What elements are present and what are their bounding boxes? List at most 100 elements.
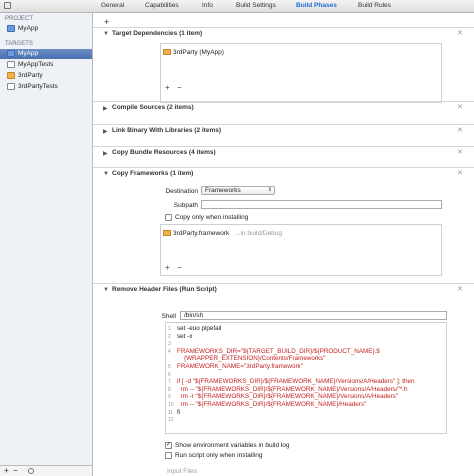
line-number: 5 <box>168 364 171 370</box>
disclosure-closed-icon[interactable]: ▶ <box>103 150 108 157</box>
show-env-vars-checkbox[interactable]: ✓ <box>165 442 172 449</box>
add-framework-button[interactable]: + <box>165 263 170 272</box>
script-line: rm -r "${FRAMEWORKS_DIR}/${FRAMEWORK_NAM… <box>177 393 399 401</box>
phase-copy-frameworks[interactable]: ▼ Copy Frameworks (1 item) ✕ <box>93 167 474 180</box>
destination-label: Destination <box>165 188 198 195</box>
disclosure-closed-icon[interactable]: ▶ <box>103 128 108 135</box>
subpath-label: Subpath <box>173 202 198 209</box>
disclosure-open-icon[interactable]: ▼ <box>103 287 109 293</box>
disclosure-closed-icon[interactable]: ▶ <box>103 105 108 112</box>
tab-build-rules[interactable]: Build Rules <box>358 2 391 9</box>
app-icon <box>7 50 15 57</box>
script-line: rm -- "${FRAMEWORKS_DIR}/${FRAMEWORK_NAM… <box>177 401 367 408</box>
add-build-phase-button[interactable]: + <box>104 17 109 27</box>
line-number: 2 <box>168 333 171 340</box>
run-only-when-installing-checkbox[interactable] <box>165 452 172 459</box>
phase-title: Target Dependencies (1 item) <box>112 30 203 37</box>
destination-value: Frameworks <box>205 187 241 194</box>
sidebar-item-target-myapp[interactable]: MyApp <box>0 49 92 59</box>
framework-icon <box>7 72 15 79</box>
copy-only-when-installing-checkbox[interactable] <box>165 214 172 221</box>
delete-phase-icon[interactable]: ✕ <box>457 103 463 111</box>
list-item[interactable]: 3rdParty.framework ...in build/Debug <box>163 230 282 237</box>
line-number: 6 <box>168 371 171 378</box>
delete-phase-icon[interactable]: ✕ <box>457 285 463 293</box>
line-number: 8 <box>168 386 171 393</box>
subpath-input[interactable] <box>201 200 442 209</box>
framework-icon <box>163 49 171 55</box>
add-dependency-button[interactable]: + <box>165 83 170 92</box>
show-env-vars-label: Show environment variables in build log <box>175 442 290 449</box>
script-line: FRAMEWORK_NAME="3rdParty.framework" <box>177 363 303 370</box>
test-bundle-icon <box>7 61 15 68</box>
remove-dependency-button[interactable]: − <box>177 83 182 92</box>
project-header: PROJECT <box>5 16 34 22</box>
phase-copy-bundle-resources[interactable]: ▶ Copy Bundle Resources (4 items) ✕ <box>93 146 474 159</box>
project-navigator: PROJECT MyApp TARGETS MyApp MyAppTests 3… <box>0 13 93 476</box>
sidebar-item-label: MyApp <box>18 25 39 32</box>
remove-target-button[interactable]: − <box>13 466 18 475</box>
sidebar-item-target-3rdpartytests[interactable]: 3rdPartyTests <box>0 82 92 92</box>
editor-tab-bar: General Capabilities Info Build Settings… <box>0 0 474 13</box>
script-line: fi <box>177 408 181 416</box>
dependencies-list: 3rdParty (MyApp) <box>160 43 442 103</box>
line-number: 12 <box>168 417 174 424</box>
run-only-label: Run script only when installing <box>175 452 263 459</box>
phase-run-script[interactable]: ▼ Remove Header Files (Run Script) ✕ <box>93 283 474 296</box>
filter-icon[interactable] <box>28 468 34 474</box>
remove-framework-button[interactable]: − <box>177 263 182 272</box>
dependency-name: 3rdParty (MyApp) <box>173 49 224 56</box>
sidebar-item-label: MyApp <box>18 50 39 57</box>
line-number: 10 <box>168 402 174 408</box>
line-number: 11 <box>168 409 174 416</box>
tab-build-phases[interactable]: Build Phases <box>296 2 337 9</box>
line-number: 3 <box>168 341 171 348</box>
phase-title: Link Binary With Libraries (2 items) <box>112 127 222 134</box>
framework-name: 3rdParty.framework <box>173 230 230 237</box>
framework-path: ...in build/Debug <box>235 230 283 237</box>
phase-compile-sources[interactable]: ▶ Compile Sources (2 items) ✕ <box>93 101 474 114</box>
test-bundle-icon <box>7 83 15 90</box>
tab-general[interactable]: General <box>101 2 124 9</box>
copy-only-label: Copy only when installing <box>175 214 249 221</box>
framework-icon <box>163 230 171 236</box>
add-target-button[interactable]: + <box>4 466 9 475</box>
list-item[interactable]: 3rdParty (MyApp) <box>163 49 224 56</box>
script-line: if [ -d "${FRAMEWORKS_DIR}/${FRAMEWORK_N… <box>177 378 415 386</box>
disclosure-open-icon[interactable]: ▼ <box>103 31 109 37</box>
script-line: set -x <box>177 332 193 340</box>
destination-select[interactable]: Frameworks ⇕ <box>201 186 275 195</box>
shell-input[interactable]: /bin/sh <box>180 311 447 320</box>
project-icon <box>7 25 15 32</box>
phase-target-dependencies[interactable]: ▼ Target Dependencies (1 item) ✕ <box>93 27 474 40</box>
shell-label: Shell <box>161 313 176 320</box>
sidebar-toggle-icon[interactable] <box>4 2 11 9</box>
delete-phase-icon[interactable]: ✕ <box>457 126 463 134</box>
delete-phase-icon[interactable]: ✕ <box>457 29 463 37</box>
script-line: {WRAPPER_EXTENSION}/Contents/Frameworks" <box>177 355 326 363</box>
build-phases-editor: + ▼ Target Dependencies (1 item) ✕ 3rdPa… <box>93 13 474 476</box>
script-editor[interactable]: 1 set -euo pipefail 2 set -x 3 4 FRAMEWORKS_DI… <box>165 322 447 434</box>
sidebar-item-target-3rdparty[interactable]: 3rdParty <box>0 71 92 81</box>
tab-capabilities[interactable]: Capabilities <box>145 2 179 9</box>
phase-link-binary[interactable]: ▶ Link Binary With Libraries (2 items) ✕ <box>93 124 474 137</box>
chevron-updown-icon: ⇕ <box>267 187 272 193</box>
script-line: FRAMEWORKS_DIR="${TARGET_BUILD_DIR}/${PR… <box>177 347 380 355</box>
frameworks-list: 3rdParty.framework ...in build/Debug <box>160 224 442 276</box>
disclosure-open-icon[interactable]: ▼ <box>103 171 109 177</box>
sidebar-item-label: MyAppTests <box>18 61 54 68</box>
line-number: 4 <box>168 348 171 355</box>
delete-phase-icon[interactable]: ✕ <box>457 148 463 156</box>
targets-header: TARGETS <box>5 41 33 47</box>
sidebar-item-target-myapptests[interactable]: MyAppTests <box>0 60 92 70</box>
sidebar-item-project[interactable]: MyApp <box>0 24 92 34</box>
tab-info[interactable]: Info <box>202 2 213 9</box>
input-files-label: Input Files <box>167 468 197 475</box>
script-line: rm -- "${FRAMEWORKS_DIR}/${FRAMEWORK_NAM… <box>177 385 408 393</box>
phase-title: Copy Frameworks (1 item) <box>112 170 194 177</box>
tab-build-settings[interactable]: Build Settings <box>236 2 276 9</box>
delete-phase-icon[interactable]: ✕ <box>457 169 463 177</box>
line-number: 7 <box>168 379 171 386</box>
phase-title: Copy Bundle Resources (4 items) <box>112 149 216 156</box>
phase-title: Remove Header Files (Run Script) <box>112 286 217 293</box>
